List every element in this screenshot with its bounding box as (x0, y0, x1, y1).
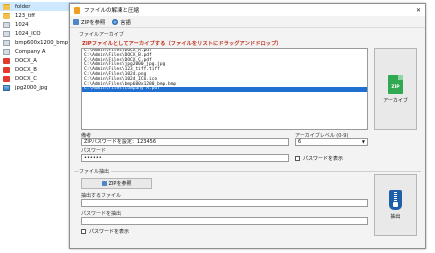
comment-input[interactable]: ZIPパスワードを設定：123456 (81, 138, 289, 146)
explorer-item[interactable]: DOCX_A (0, 56, 80, 65)
pdf-icon (3, 66, 10, 73)
language-menu-button[interactable]: 言語 (112, 18, 131, 26)
chevron-down-icon: ▼ (361, 139, 365, 144)
browse-zip-menu-button[interactable]: ZIPを参照 (73, 18, 105, 26)
checkbox-box[interactable] (81, 229, 86, 234)
pdf-icon (3, 57, 10, 64)
folder-icon (101, 181, 107, 186)
archive-file-list[interactable]: C:\Admin\Files\DOCX_A.pdf C:\Admin\Files… (81, 48, 368, 130)
file-icon (3, 30, 10, 37)
extract-button[interactable]: 抽出 (374, 174, 417, 236)
app-icon (74, 6, 80, 14)
archive-button[interactable]: ZIP アーカイブ (374, 48, 417, 130)
extract-section-label: ファイル抽出 (79, 168, 112, 175)
folder-icon (3, 3, 10, 10)
zip-file-icon: ZIP (388, 74, 403, 94)
explorer-item[interactable]: 1024 (0, 20, 80, 29)
drag-drop-hint: ZIPファイルとしてアーカイブする（ファイルをリストにドラッグアンドドロップ） (82, 41, 282, 47)
explorer-item[interactable]: bmp600x1200_bmp (0, 38, 80, 47)
zipper-icon (389, 190, 402, 210)
explorer-item[interactable]: jpg2000_jpg (0, 83, 80, 92)
section-divider (74, 171, 421, 172)
window-title: ファイルの解凍と圧縮 (84, 8, 140, 14)
target-file-input[interactable] (81, 199, 368, 207)
list-item[interactable]: C:\Admin\Files\Company A.pdf (82, 87, 367, 93)
file-icon (3, 48, 10, 55)
explorer-item[interactable]: DOCX_C (0, 74, 80, 83)
file-icon (3, 39, 10, 46)
folder-icon (73, 18, 79, 25)
archive-section-label: ファイルアーカイブ (79, 32, 124, 38)
checkbox-box[interactable] (295, 156, 300, 161)
folder-icon (3, 12, 10, 19)
archive-level-select[interactable]: 6 ▼ (295, 138, 368, 146)
toolbar: ZIPを参照 言語 (70, 16, 425, 28)
file-icon (3, 21, 10, 28)
explorer-item[interactable]: DOCX_B (0, 65, 80, 74)
pdf-icon (3, 75, 10, 82)
browse-zip-button[interactable]: ZIPを参照 (81, 178, 152, 189)
show-password-checkbox[interactable]: パスワードを表示 (295, 155, 343, 162)
file-explorer-list: folder 123_tiff 1024 1024_ICO bmp600x120… (0, 0, 80, 253)
explorer-item[interactable]: 123_tiff (0, 11, 80, 20)
explorer-item[interactable]: Company A (0, 47, 80, 56)
explorer-item[interactable]: 1024_ICO (0, 29, 80, 38)
title-bar: ファイルの解凍と圧縮 ✕ (70, 4, 425, 16)
explorer-item[interactable]: folder (0, 2, 80, 11)
password-label: パスワード (81, 148, 107, 154)
close-button[interactable]: ✕ (412, 4, 425, 16)
globe-icon (112, 18, 119, 25)
password-input[interactable]: •••••• (81, 154, 289, 162)
target-file-label: 抽出するファイル (81, 193, 122, 199)
extract-password-input[interactable] (81, 217, 368, 225)
zip-tool-window: ファイルの解凍と圧縮 ✕ ZIPを参照 言語 ファイルアーカイブ ZIPファイル… (69, 3, 426, 249)
image-icon (3, 84, 10, 91)
extract-password-label: パスワードを抽出 (81, 211, 122, 217)
show-extract-password-checkbox[interactable]: パスワードを表示 (81, 228, 129, 235)
